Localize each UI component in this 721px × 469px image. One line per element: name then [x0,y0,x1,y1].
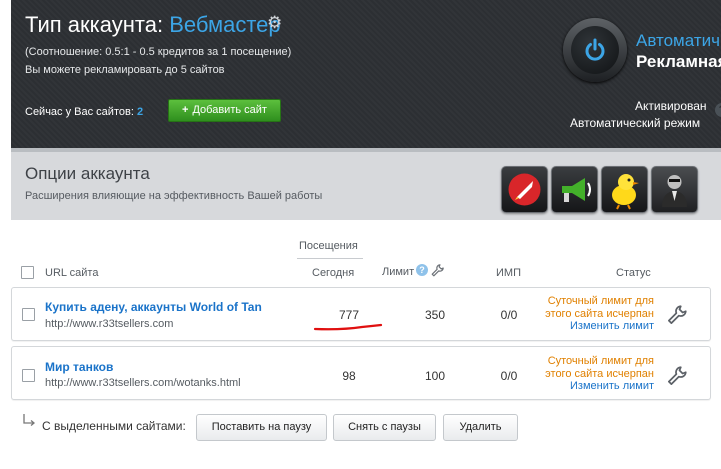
activation-status: Активирован [635,99,707,113]
column-url: URL сайта [45,267,99,279]
help-icon[interactable]: ? [416,264,428,276]
auto-mode-title: Автоматич [636,31,720,50]
wrench-icon[interactable] [667,366,687,386]
auto-mode-label: Автоматический режим [570,116,701,130]
column-today: Сегодня [312,267,355,279]
add-site-button[interactable]: + Добавить сайт [168,99,281,122]
row-checkbox[interactable] [22,369,35,382]
site-url: http://www.r33tsellers.com/wotanks.html [45,377,241,389]
status-warning-line1: Суточный лимит для [547,355,654,367]
change-limit-link[interactable]: Изменить лимит [512,380,654,393]
unpause-button[interactable]: Снять с паузы [333,414,436,441]
ratio-text: (Соотношение: 0.5:1 - 0.5 кредитов за 1 … [25,46,292,58]
red-annotation-underline [313,323,383,331]
sites-count-text: Сейчас у Вас сайтов: [25,106,134,118]
row-checkbox[interactable] [22,308,35,321]
pause-button[interactable]: Поставить на паузу [196,414,327,441]
select-all-checkbox[interactable] [21,266,34,279]
column-status: Статус [616,267,651,279]
corner-arrow-icon [23,414,36,426]
visits-group-header: Посещения [299,240,358,252]
site-limit-text: Вы можете рекламировать до 5 сайтов [25,64,225,76]
account-type-value: Вебмастер [169,12,281,37]
bulk-actions-label: С выделенными сайтами: [42,419,186,433]
status-warning-line1: Суточный лимит для [547,295,654,307]
table-row: Мир танков http://www.r33tsellers.com/wo… [11,346,711,400]
visits-today: 777 [338,308,360,322]
wrench-icon[interactable] [431,264,444,277]
power-icon [585,38,605,61]
account-options-panel: Опции аккаунта Расширения влияющие на эф… [11,148,721,220]
visits-underline [297,258,363,259]
help-icon[interactable]: ? [715,103,721,117]
delete-button[interactable]: Удалить [443,414,518,441]
column-imp: ИМП [496,267,521,279]
agent-icon[interactable] [651,166,698,213]
power-button-face [571,26,619,74]
account-type-title: Тип аккаунта: Вебмастер [25,12,281,38]
site-name-link[interactable]: Купить адену, аккаунты World of Tan [45,300,295,314]
change-limit-link[interactable]: Изменить лимит [512,320,654,333]
site-url: http://www.r33tsellers.com [45,318,174,330]
limit-value: 100 [424,369,446,383]
sites-count-value: 2 [136,106,144,118]
megaphone-icon[interactable] [551,166,598,213]
plus-icon: + [182,104,189,116]
auto-mode-power-button[interactable] [563,18,627,82]
wrench-icon[interactable] [667,305,687,325]
rocket-icon[interactable] [501,166,548,213]
chick-icon[interactable] [601,166,648,213]
options-title: Опции аккаунта [25,164,150,183]
options-description: Расширения влияющие на эффективность Ваш… [25,190,323,202]
auto-mode-subtitle: Рекламная [636,52,721,71]
site-name-link[interactable]: Мир танков [45,360,295,374]
account-type-label: Тип аккаунта: [25,12,164,37]
add-site-label: Добавить сайт [192,104,267,116]
visits-today: 98 [342,369,356,383]
sites-count-label: Сейчас у Вас сайтов: 2 [25,106,143,118]
gear-icon[interactable]: ⚙ [267,14,283,31]
account-header: Тип аккаунта: Вебмастер ⚙ (Соотношение: … [11,0,721,148]
column-limit: Лимит [382,266,415,278]
limit-value: 350 [424,308,446,322]
